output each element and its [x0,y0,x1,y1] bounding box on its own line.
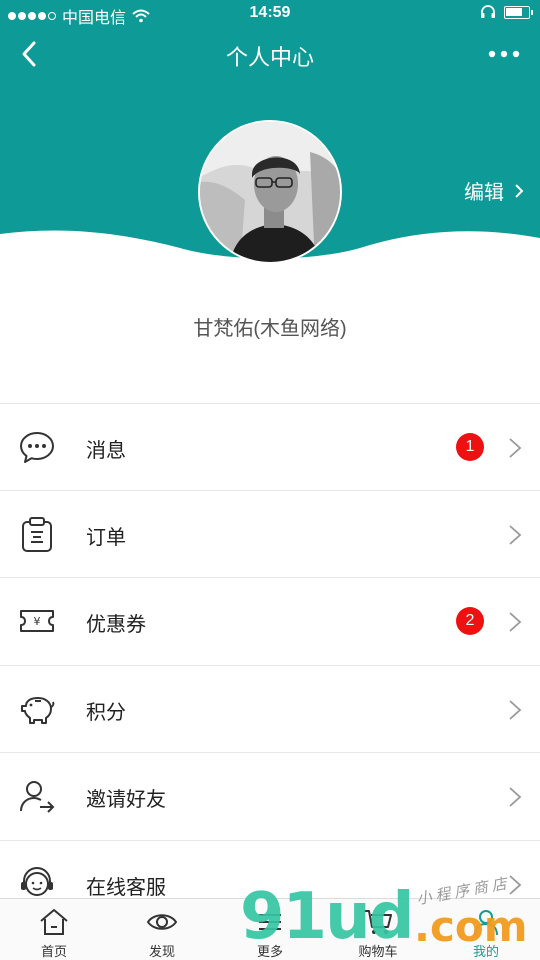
menu-item-points[interactable]: 积分 [0,666,540,753]
tab-label: 更多 [256,944,283,959]
profile-header: 中国电信 14:59 个人中心 编辑 [0,0,540,290]
chevron-right-icon [509,612,522,632]
tab-home[interactable]: 首页 [0,899,108,960]
chevron-right-icon [509,438,522,458]
message-icon [20,432,54,463]
menu-item-label: 在线客服 [86,876,166,899]
eye-icon [146,914,178,930]
username: 甘梵佑(木鱼网络) [193,318,347,340]
menu-item-label: 优惠券 [86,614,146,636]
chevron-right-icon [509,874,522,895]
tab-discover[interactable]: 发现 [108,899,216,960]
menu-item-invite-friends[interactable]: 邀请好友 [0,753,540,841]
chevron-right-icon [515,183,524,198]
status-time: 14:59 [249,4,291,21]
user-icon [474,910,498,936]
more-options-icon[interactable] [484,38,524,70]
bottom-tab-bar: 首页 发现 更多 购物车 我的 [0,898,540,960]
tab-mine[interactable]: 我的 [432,899,540,960]
cart-icon [364,910,392,934]
customer-service-icon [21,866,53,896]
battery-icon [504,5,533,19]
tab-more[interactable]: 更多 [216,899,324,960]
piggy-bank-icon [21,696,55,724]
tab-label: 首页 [40,944,67,959]
chevron-right-icon [509,699,522,720]
menu-list: 消息 1 订单 ¥ 优惠券 2 积分 邀请好友 在线客服 [0,403,540,928]
more-grid-icon [259,914,281,930]
tab-label: 发现 [148,944,175,959]
menu-item-label: 消息 [86,440,126,462]
menu-item-coupons[interactable]: ¥ 优惠券 2 [0,578,540,666]
svg-text:¥: ¥ [34,615,41,628]
coupon-icon: ¥ [20,610,54,632]
tab-label: 我的 [472,944,499,959]
menu-item-label: 订单 [86,526,126,549]
edit-label: 编辑 [464,182,504,204]
menu-item-label: 邀请好友 [86,789,166,811]
chevron-right-icon [509,524,522,545]
edit-profile-link[interactable]: 编辑 [464,176,524,205]
avatar-photo [200,122,340,262]
coupon-count-badge: 2 [456,607,484,635]
menu-item-orders[interactable]: 订单 [0,491,540,578]
headphones-icon [481,5,495,18]
menu-item-messages[interactable]: 消息 1 [0,403,540,491]
navigation-bar: 个人中心 [0,28,540,84]
menu-item-label: 积分 [86,701,126,724]
tab-cart[interactable]: 购物车 [324,899,432,960]
status-bar: 中国电信 14:59 [0,0,540,28]
tab-label: 购物车 [358,944,398,959]
page-title: 个人中心 [225,45,314,70]
home-icon [40,909,68,935]
avatar[interactable] [198,120,342,264]
invite-user-icon [20,781,55,813]
chevron-right-icon [509,787,522,807]
unread-badge: 1 [456,433,484,461]
order-clipboard-icon [22,516,52,552]
